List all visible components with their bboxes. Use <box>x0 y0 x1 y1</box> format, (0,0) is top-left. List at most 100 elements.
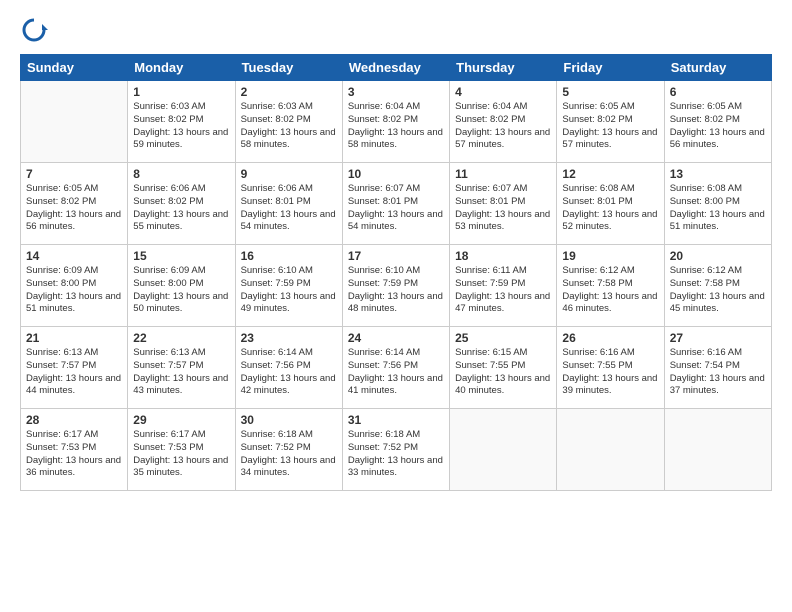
calendar-cell: 4 Sunrise: 6:04 AM Sunset: 8:02 PM Daylig… <box>450 81 557 163</box>
day-number: 21 <box>26 331 122 345</box>
calendar-cell <box>21 81 128 163</box>
day-info: Sunrise: 6:16 AM Sunset: 7:54 PM Dayligh… <box>670 347 766 398</box>
day-header: Monday <box>128 55 235 81</box>
calendar-cell: 27 Sunrise: 6:16 AM Sunset: 7:54 PM Dayli… <box>664 327 771 409</box>
day-number: 13 <box>670 167 766 181</box>
day-number: 24 <box>348 331 444 345</box>
day-number: 6 <box>670 85 766 99</box>
day-number: 12 <box>562 167 658 181</box>
day-info: Sunrise: 6:18 AM Sunset: 7:52 PM Dayligh… <box>348 429 444 480</box>
day-number: 1 <box>133 85 229 99</box>
calendar-cell: 21 Sunrise: 6:13 AM Sunset: 7:57 PM Dayli… <box>21 327 128 409</box>
day-info: Sunrise: 6:13 AM Sunset: 7:57 PM Dayligh… <box>26 347 122 398</box>
calendar-cell: 10Sunrise: 6:07 AM Sunset: 8:01 PM Dayli… <box>342 163 449 245</box>
calendar-cell: 2 Sunrise: 6:03 AM Sunset: 8:02 PM Daylig… <box>235 81 342 163</box>
day-number: 7 <box>26 167 122 181</box>
day-info: Sunrise: 6:15 AM Sunset: 7:55 PM Dayligh… <box>455 347 551 398</box>
calendar-cell: 20Sunrise: 6:12 AM Sunset: 7:58 PM Dayli… <box>664 245 771 327</box>
calendar-cell: 5 Sunrise: 6:05 AM Sunset: 8:02 PM Daylig… <box>557 81 664 163</box>
calendar-cell <box>664 409 771 491</box>
calendar-cell: 7Sunrise: 6:05 AM Sunset: 8:02 PM Daylig… <box>21 163 128 245</box>
day-info: Sunrise: 6:06 AM Sunset: 8:02 PM Dayligh… <box>133 183 229 234</box>
header <box>20 16 772 44</box>
calendar-cell: 9 Sunrise: 6:06 AM Sunset: 8:01 PM Daylig… <box>235 163 342 245</box>
day-number: 16 <box>241 249 337 263</box>
calendar-week-row: 21 Sunrise: 6:13 AM Sunset: 7:57 PM Dayli… <box>21 327 772 409</box>
day-number: 5 <box>562 85 658 99</box>
calendar-cell: 18 Sunrise: 6:11 AM Sunset: 7:59 PM Dayli… <box>450 245 557 327</box>
day-info: Sunrise: 6:04 AM Sunset: 8:02 PM Dayligh… <box>348 101 444 152</box>
day-info: Sunrise: 6:09 AM Sunset: 8:00 PM Dayligh… <box>26 265 122 316</box>
day-info: Sunrise: 6:14 AM Sunset: 7:56 PM Dayligh… <box>241 347 337 398</box>
calendar-cell: 26Sunrise: 6:16 AM Sunset: 7:55 PM Dayli… <box>557 327 664 409</box>
day-header: Tuesday <box>235 55 342 81</box>
day-info: Sunrise: 6:03 AM Sunset: 8:02 PM Dayligh… <box>241 101 337 152</box>
day-number: 9 <box>241 167 337 181</box>
day-number: 28 <box>26 413 122 427</box>
day-info: Sunrise: 6:18 AM Sunset: 7:52 PM Dayligh… <box>241 429 337 480</box>
day-info: Sunrise: 6:08 AM Sunset: 8:01 PM Dayligh… <box>562 183 658 234</box>
calendar-cell: 31Sunrise: 6:18 AM Sunset: 7:52 PM Dayli… <box>342 409 449 491</box>
calendar-cell: 15 Sunrise: 6:09 AM Sunset: 8:00 PM Dayli… <box>128 245 235 327</box>
day-info: Sunrise: 6:14 AM Sunset: 7:56 PM Dayligh… <box>348 347 444 398</box>
day-info: Sunrise: 6:06 AM Sunset: 8:01 PM Dayligh… <box>241 183 337 234</box>
day-info: Sunrise: 6:04 AM Sunset: 8:02 PM Dayligh… <box>455 101 551 152</box>
logo-icon <box>20 16 48 44</box>
day-number: 2 <box>241 85 337 99</box>
day-info: Sunrise: 6:07 AM Sunset: 8:01 PM Dayligh… <box>455 183 551 234</box>
day-info: Sunrise: 6:08 AM Sunset: 8:00 PM Dayligh… <box>670 183 766 234</box>
day-number: 15 <box>133 249 229 263</box>
calendar-header-row: SundayMondayTuesdayWednesdayThursdayFrid… <box>21 55 772 81</box>
day-info: Sunrise: 6:05 AM Sunset: 8:02 PM Dayligh… <box>562 101 658 152</box>
calendar-page: SundayMondayTuesdayWednesdayThursdayFrid… <box>0 0 792 501</box>
day-info: Sunrise: 6:10 AM Sunset: 7:59 PM Dayligh… <box>241 265 337 316</box>
calendar-cell <box>557 409 664 491</box>
calendar-table: SundayMondayTuesdayWednesdayThursdayFrid… <box>20 54 772 491</box>
day-info: Sunrise: 6:07 AM Sunset: 8:01 PM Dayligh… <box>348 183 444 234</box>
calendar-week-row: 7Sunrise: 6:05 AM Sunset: 8:02 PM Daylig… <box>21 163 772 245</box>
day-number: 27 <box>670 331 766 345</box>
calendar-week-row: 28Sunrise: 6:17 AM Sunset: 7:53 PM Dayli… <box>21 409 772 491</box>
calendar-cell: 23 Sunrise: 6:14 AM Sunset: 7:56 PM Dayli… <box>235 327 342 409</box>
calendar-cell: 13 Sunrise: 6:08 AM Sunset: 8:00 PM Dayli… <box>664 163 771 245</box>
calendar-cell: 19 Sunrise: 6:12 AM Sunset: 7:58 PM Dayli… <box>557 245 664 327</box>
day-number: 4 <box>455 85 551 99</box>
calendar-cell: 14 Sunrise: 6:09 AM Sunset: 8:00 PM Dayli… <box>21 245 128 327</box>
day-info: Sunrise: 6:12 AM Sunset: 7:58 PM Dayligh… <box>670 265 766 316</box>
day-number: 26 <box>562 331 658 345</box>
logo <box>20 16 52 44</box>
calendar-cell: 24 Sunrise: 6:14 AM Sunset: 7:56 PM Dayli… <box>342 327 449 409</box>
day-header: Sunday <box>21 55 128 81</box>
calendar-week-row: 1 Sunrise: 6:03 AM Sunset: 8:02 PM Daylig… <box>21 81 772 163</box>
calendar-cell: 17 Sunrise: 6:10 AM Sunset: 7:59 PM Dayli… <box>342 245 449 327</box>
calendar-cell: 8 Sunrise: 6:06 AM Sunset: 8:02 PM Daylig… <box>128 163 235 245</box>
day-info: Sunrise: 6:11 AM Sunset: 7:59 PM Dayligh… <box>455 265 551 316</box>
day-info: Sunrise: 6:05 AM Sunset: 8:02 PM Dayligh… <box>670 101 766 152</box>
day-number: 17 <box>348 249 444 263</box>
day-info: Sunrise: 6:12 AM Sunset: 7:58 PM Dayligh… <box>562 265 658 316</box>
calendar-cell: 6 Sunrise: 6:05 AM Sunset: 8:02 PM Daylig… <box>664 81 771 163</box>
day-info: Sunrise: 6:09 AM Sunset: 8:00 PM Dayligh… <box>133 265 229 316</box>
calendar-cell: 3 Sunrise: 6:04 AM Sunset: 8:02 PM Daylig… <box>342 81 449 163</box>
day-info: Sunrise: 6:10 AM Sunset: 7:59 PM Dayligh… <box>348 265 444 316</box>
day-number: 29 <box>133 413 229 427</box>
day-number: 23 <box>241 331 337 345</box>
day-number: 14 <box>26 249 122 263</box>
day-number: 3 <box>348 85 444 99</box>
calendar-cell: 22Sunrise: 6:13 AM Sunset: 7:57 PM Dayli… <box>128 327 235 409</box>
day-header: Saturday <box>664 55 771 81</box>
day-header: Thursday <box>450 55 557 81</box>
day-number: 30 <box>241 413 337 427</box>
day-number: 11 <box>455 167 551 181</box>
calendar-cell: 12 Sunrise: 6:08 AM Sunset: 8:01 PM Dayli… <box>557 163 664 245</box>
day-number: 8 <box>133 167 229 181</box>
calendar-week-row: 14 Sunrise: 6:09 AM Sunset: 8:00 PM Dayli… <box>21 245 772 327</box>
calendar-cell: 30 Sunrise: 6:18 AM Sunset: 7:52 PM Dayli… <box>235 409 342 491</box>
calendar-cell: 28Sunrise: 6:17 AM Sunset: 7:53 PM Dayli… <box>21 409 128 491</box>
calendar-cell: 11 Sunrise: 6:07 AM Sunset: 8:01 PM Dayli… <box>450 163 557 245</box>
day-number: 18 <box>455 249 551 263</box>
day-info: Sunrise: 6:03 AM Sunset: 8:02 PM Dayligh… <box>133 101 229 152</box>
calendar-cell <box>450 409 557 491</box>
day-info: Sunrise: 6:13 AM Sunset: 7:57 PM Dayligh… <box>133 347 229 398</box>
day-number: 19 <box>562 249 658 263</box>
